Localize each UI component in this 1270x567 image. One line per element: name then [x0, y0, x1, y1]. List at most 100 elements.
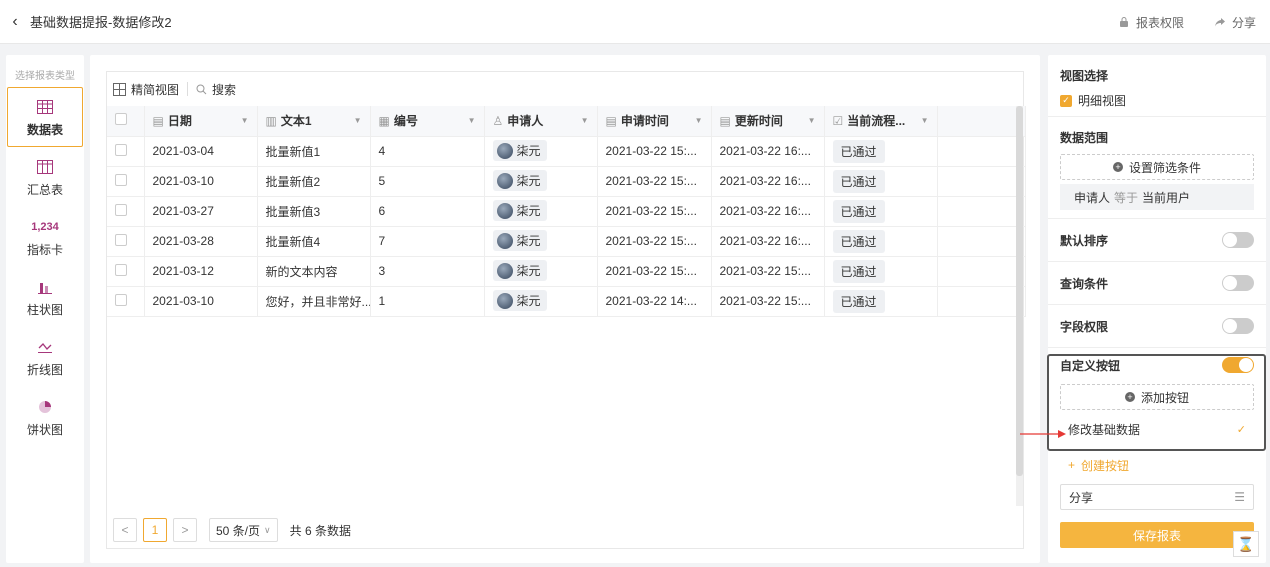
apply-time-cell: 2021-03-22 15:...: [597, 226, 712, 257]
prev-page-button[interactable]: <: [113, 518, 137, 542]
cell-value: 新的文本内容: [265, 264, 338, 279]
status-badge: 已通过: [832, 259, 885, 283]
table-row[interactable]: 2021-03-28 批量新值4 7 柒元 2021-03-22 15:... 2021-…: [107, 226, 1026, 257]
table-row[interactable]: 2021-03-04 批量新值1 4 柒元 2021-03-22 15:... 2021-…: [107, 136, 1026, 167]
header-actions: 报表权限 分享: [1118, 0, 1256, 44]
row-checkbox[interactable]: [115, 203, 127, 216]
applicant-chip[interactable]: 柒元: [492, 200, 547, 222]
date-cell: 2021-03-28: [144, 226, 258, 257]
empty-cell: [937, 226, 1026, 257]
type-summary-table[interactable]: 汇总表: [7, 147, 83, 207]
toggle-knob: [1223, 319, 1237, 333]
applicant-name: 柒元: [516, 264, 541, 279]
column-header[interactable]: ▤ 日期 ▼: [144, 106, 258, 137]
custom-buttons-toggle[interactable]: [1222, 357, 1254, 373]
applicant-chip[interactable]: 柒元: [492, 230, 547, 252]
custom-button-item[interactable]: 修改基础数据 ✓: [1060, 412, 1254, 446]
search-button[interactable]: 搜索: [196, 81, 236, 98]
calendar-icon: ▤: [719, 113, 731, 128]
cell-value: 批量新值2: [265, 174, 321, 189]
text-icon: ▥: [265, 113, 277, 128]
type-data-table[interactable]: 数据表: [7, 87, 83, 147]
page-title: 基础数据提报-数据修改2: [30, 15, 172, 30]
column-label: 申请人: [507, 114, 544, 129]
number-cell: 5: [370, 166, 485, 197]
column-header[interactable]: ▤ 更新时间 ▼: [711, 106, 825, 137]
table-row[interactable]: 2021-03-27 批量新值3 6 柒元 2021-03-22 15:... 2021-…: [107, 196, 1026, 227]
apply-time-cell: 2021-03-22 14:...: [597, 286, 712, 317]
checkbox-checked-icon[interactable]: ✓: [1060, 94, 1072, 107]
column-label: 日期: [167, 114, 192, 129]
select-all-checkbox[interactable]: [115, 113, 127, 126]
column-header[interactable]: ▤ 申请时间 ▼: [597, 106, 712, 137]
type-bar-chart[interactable]: 柱状图: [7, 267, 83, 327]
apply-time-cell: 2021-03-22 15:...: [597, 136, 712, 167]
row-checkbox[interactable]: [115, 173, 127, 186]
caret-down-icon[interactable]: ▼: [354, 116, 362, 125]
data-range-section: 数据范围 + 设置筛选条件 申请人 等于 当前用户: [1048, 117, 1266, 219]
row-checkbox[interactable]: [115, 263, 127, 276]
caret-down-icon[interactable]: ▼: [468, 116, 476, 125]
applicant-chip[interactable]: 柒元: [492, 260, 547, 282]
field-permission-toggle[interactable]: [1222, 318, 1254, 334]
type-label: 折线图: [26, 362, 63, 377]
applicant-chip[interactable]: 柒元: [492, 290, 547, 312]
cell-value: 2021-03-22 16:...: [719, 234, 811, 248]
detail-view-option[interactable]: ✓ 明细视图: [1060, 92, 1254, 109]
save-report-button[interactable]: 保存报表: [1060, 522, 1254, 548]
bar-chart-icon: [37, 277, 53, 297]
type-pie-chart[interactable]: 饼状图: [7, 387, 83, 447]
type-metric-card[interactable]: 1,234 指标卡: [7, 207, 83, 267]
status-cell: 已通过: [824, 256, 938, 287]
caret-down-icon[interactable]: ▼: [241, 116, 249, 125]
row-checkbox[interactable]: [115, 293, 127, 306]
report-permission-button[interactable]: 报表权限: [1118, 14, 1184, 31]
caret-down-icon[interactable]: ▼: [921, 116, 929, 125]
applicant-cell: 柒元: [484, 286, 598, 317]
applicant-cell: 柒元: [484, 166, 598, 197]
cell-value: 6: [378, 204, 386, 218]
page-number-button[interactable]: 1: [143, 518, 167, 542]
set-filter-button[interactable]: + 设置筛选条件: [1060, 154, 1254, 180]
caret-down-icon[interactable]: ▼: [581, 116, 589, 125]
cell-value: 2021-03-22 16:...: [719, 204, 811, 218]
page-size-select[interactable]: 50 条/页 ∨: [209, 518, 278, 542]
type-line-chart[interactable]: 折线图: [7, 327, 83, 387]
column-header[interactable]: ▦ 编号 ▼: [370, 106, 485, 137]
applicant-chip[interactable]: 柒元: [492, 170, 547, 192]
caret-down-icon[interactable]: ▼: [695, 116, 703, 125]
calendar-icon: ▤: [152, 113, 164, 128]
applicant-cell: 柒元: [484, 256, 598, 287]
column-header[interactable]: ▥ 文本1 ▼: [257, 106, 371, 137]
add-button-button[interactable]: + 添加按钮: [1060, 384, 1254, 410]
table-row[interactable]: 2021-03-10 您好，并且非常好... 1 柒元 2021-03-22 14:..…: [107, 286, 1026, 317]
cell-value: 2021-03-10: [152, 294, 214, 308]
text-cell: 新的文本内容: [257, 256, 371, 287]
next-page-button[interactable]: >: [173, 518, 197, 542]
share-button[interactable]: 分享: [1214, 14, 1256, 31]
row-checkbox[interactable]: [115, 233, 127, 246]
back-icon[interactable]: ‹: [0, 13, 30, 31]
table-row[interactable]: 2021-03-10 批量新值2 5 柒元 2021-03-22 15:... 2021-…: [107, 166, 1026, 197]
column-header[interactable]: ♙ 申请人 ▼: [484, 106, 598, 137]
share-select[interactable]: 分享 ☰: [1060, 484, 1254, 510]
filter-condition[interactable]: 申请人 等于 当前用户: [1060, 184, 1254, 210]
cell-value: 2021-03-22 15:...: [605, 144, 697, 158]
default-sort-toggle[interactable]: [1222, 232, 1254, 248]
date-cell: 2021-03-10: [144, 286, 258, 317]
create-button-link[interactable]: + 创建按钮: [1060, 450, 1254, 480]
text-cell: 批量新值4: [257, 226, 371, 257]
table-body: 2021-03-04 批量新值1 4 柒元 2021-03-22 15:... 2021-…: [107, 136, 1026, 317]
share-select-value: 分享: [1069, 490, 1094, 505]
table-row[interactable]: 2021-03-12 新的文本内容 3 柒元 2021-03-22 15:... 2021…: [107, 256, 1026, 287]
query-conditions-toggle[interactable]: [1222, 275, 1254, 291]
compact-view-button[interactable]: 精简视图: [113, 81, 179, 98]
hourglass-icon[interactable]: ⌛: [1233, 531, 1259, 557]
row-checkbox[interactable]: [115, 143, 127, 156]
applicant-chip[interactable]: 柒元: [492, 140, 547, 162]
scrollbar-thumb[interactable]: [1016, 106, 1023, 476]
column-header[interactable]: ☑ 当前流程... ▼: [824, 106, 938, 137]
vertical-scrollbar[interactable]: [1016, 106, 1023, 506]
filter-operator: 等于: [1114, 190, 1139, 205]
caret-down-icon[interactable]: ▼: [808, 116, 816, 125]
